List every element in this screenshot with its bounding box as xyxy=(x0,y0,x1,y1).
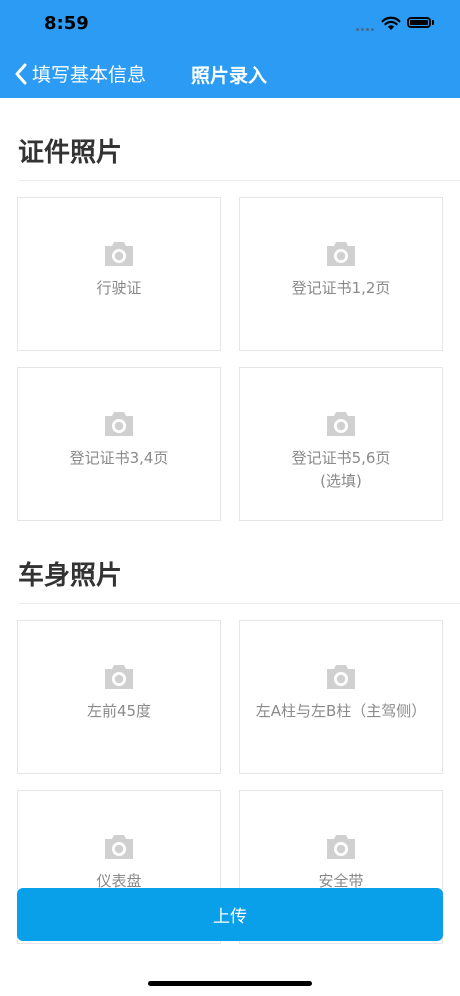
battery-icon xyxy=(407,17,431,28)
photo-tile-registration-3-4[interactable]: 登记证书3,4页 xyxy=(17,367,221,521)
tile-label: 登记证书5,6页 (选填) xyxy=(292,447,391,493)
home-indicator xyxy=(148,981,312,986)
battery-tip xyxy=(432,20,434,25)
photo-tile-registration-5-6[interactable]: 登记证书5,6页 (选填) xyxy=(239,367,443,521)
tile-label: 左A柱与左B柱（主驾侧） xyxy=(255,702,427,720)
tile-label: 行驶证 xyxy=(96,279,142,297)
divider xyxy=(18,603,460,604)
section-title-documents: 证件照片 xyxy=(18,138,123,168)
tile-label: 登记证书1,2页 xyxy=(291,279,391,297)
status-time: 8:59 xyxy=(44,13,89,34)
tile-label: 左前45度 xyxy=(86,702,152,720)
camera-icon xyxy=(105,665,133,689)
section-title-vehicle-body: 车身照片 xyxy=(18,561,123,591)
camera-icon xyxy=(105,242,133,266)
page-title: 照片录入 xyxy=(191,65,268,87)
tile-label-line1: 登记证书5,6页 xyxy=(291,449,391,467)
back-button-label: 填写基本信息 xyxy=(32,64,147,86)
camera-icon xyxy=(327,835,355,859)
photo-tile-registration-1-2[interactable]: 登记证书1,2页 xyxy=(239,197,443,351)
cellular-signal-icon xyxy=(356,28,374,31)
camera-icon xyxy=(105,412,133,436)
camera-icon xyxy=(327,665,355,689)
back-button[interactable]: 填写基本信息 xyxy=(14,60,146,87)
photo-tile-front-left-45[interactable]: 左前45度 xyxy=(17,620,221,774)
wifi-icon xyxy=(381,16,401,30)
chevron-left-icon xyxy=(15,63,27,84)
photo-tile-a-b-pillar[interactable]: 左A柱与左B柱（主驾侧） xyxy=(239,620,443,774)
camera-icon xyxy=(327,242,355,266)
divider xyxy=(18,180,460,181)
photo-tile-driving-license[interactable]: 行驶证 xyxy=(17,197,221,351)
camera-icon xyxy=(105,835,133,859)
tile-label: 登记证书3,4页 xyxy=(69,449,169,467)
upload-button[interactable]: 上传 xyxy=(17,888,443,941)
camera-icon xyxy=(327,412,355,436)
tile-label-optional: (选填) xyxy=(320,472,362,490)
